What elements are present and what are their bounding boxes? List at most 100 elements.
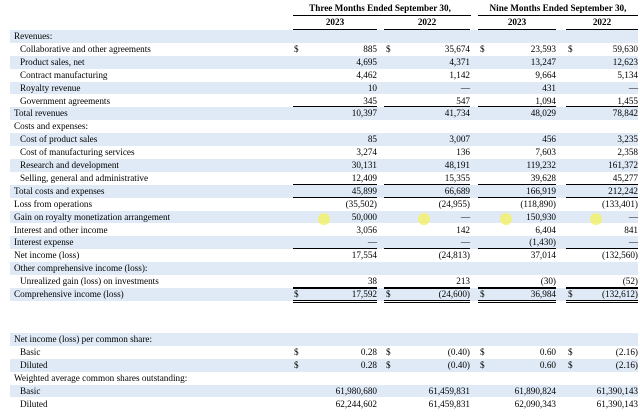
cell-value: (133,401) [602,198,638,209]
cell-value: 4,695 [356,56,377,67]
dollar-sign: $ [568,43,573,54]
cell-value: 50,000 [351,211,377,222]
row-label: Weighted average common shares outstandi… [14,372,188,383]
cell-value: 61,459,831 [428,385,470,396]
table-row: Loss from operations (35,502) (24,955) (118… [10,198,638,211]
cell-value: 0.28 [360,346,377,357]
dollar-sign: $ [480,346,485,357]
row-label: Collaborative and other agreements [20,43,151,54]
table-row: Costs and expenses: [10,120,638,133]
header-year: 2023 [325,17,345,27]
cell-value: 78,842 [612,108,638,119]
dollar-sign: $ [386,359,391,370]
total-top-rule [566,288,638,289]
table-row: Basic 61,980,680 61,459,831 61,890,824 61,39… [10,384,638,398]
row-label: Basic [20,385,41,396]
table-row: Total revenues 10,397 41,734 48,029 78,842 [10,107,638,121]
cell-value: 41,734 [444,108,470,119]
cell-value: 12,623 [612,56,638,67]
cell-value: 10 [367,82,377,93]
cell-value: 431 [542,82,556,93]
row-label: Revenues: [14,31,53,41]
header-nine-months: Nine Months Ended September 30, [489,3,627,13]
cell-value: 9,664 [535,69,556,80]
row-label: Selling, general and administrative [20,172,149,183]
cell-value: 885 [363,43,377,54]
cell-value: 62,090,343 [514,398,556,409]
table-row: Diluted 62,244,602 61,459,831 62,090,343 61,… [10,398,638,411]
cell-value: 17,554 [351,250,377,261]
row-label: Other comprehensive income (loss): [14,263,148,274]
cell-value: 0.60 [539,346,556,357]
cell-value: (0.40) [447,346,470,357]
row-label: Contract manufacturing [20,69,108,80]
row-label: Total revenues [14,108,68,119]
row-label: Comprehensive income (loss) [14,289,124,299]
header-rule-nine-months [478,15,638,16]
total-top-rule [384,288,470,289]
cell-value: 119,232 [526,160,556,170]
cell-value: 61,890,824 [514,385,556,396]
cell-value: 841 [624,224,638,235]
table-row: Diluted $0.28 $ (0.40) $0.60 $ (2.16) [10,358,638,372]
total-double-rule [566,299,638,303]
row-label: Loss from operations [14,198,93,209]
table-row: Net income (loss) per common share: [10,333,638,346]
cell-value: — [628,211,638,222]
row-label: Unrealized gain (loss) on investments [20,276,159,287]
cell-value: 150,930 [526,211,556,222]
cell-value: (118,890) [520,198,556,209]
table-row: Research and development 30,131 48,191 119,… [10,159,638,172]
dollar-sign: $ [386,346,391,357]
cell-value: — [628,82,638,93]
cell-value: (0.40) [447,359,470,370]
row-label: Product sales, net [20,56,85,67]
cell-value: (2.16) [615,346,638,357]
row-label: Royalty revenue [20,82,81,93]
cell-value: 161,372 [608,160,638,170]
cell-value: 1,142 [449,69,470,80]
cell-value: (24,813) [438,250,470,261]
dollar-sign: $ [386,43,391,54]
table-row: Revenues: [10,30,638,43]
cell-value: 3,235 [617,134,638,145]
cell-value: 30,131 [351,160,377,170]
row-label: Research and development [20,160,119,170]
header-three-months: Three Months Ended September 30, [309,3,451,13]
row-label: Net income (loss) [14,250,80,261]
cell-value: (2.16) [615,359,638,370]
dollar-sign: $ [294,346,299,357]
cell-value: — [460,82,470,93]
table-row: Weighted average common shares outstandi… [10,372,638,385]
total-double-rule [293,299,377,303]
cell-value: (35,502) [345,198,377,209]
row-label: Diluted [20,398,48,409]
cell-value: 3,274 [356,147,377,158]
cell-value: 5,134 [617,69,638,80]
header-year: 2023 [507,17,527,27]
cell-value: 61,980,680 [335,385,377,396]
cell-value: 456 [542,134,556,145]
row-label: Cost of product sales [20,134,98,145]
header-year: 2022 [592,17,612,27]
dollar-sign: $ [294,43,299,54]
row-label: Government agreements [20,95,111,106]
table-row: Other comprehensive income (loss): [10,262,638,276]
cell-value: 0.60 [539,359,556,370]
cell-value: 2,358 [617,147,638,158]
cell-value: 4,371 [449,56,470,67]
row-label: Net income (loss) per common share: [14,334,153,344]
total-top-rule [293,288,377,289]
cell-value: 61,390,143 [596,398,638,409]
cell-value: 10,397 [351,108,377,119]
dollar-sign: $ [568,346,573,357]
cell-value: 35,674 [444,43,470,54]
cell-value: (132,560) [602,250,638,261]
cell-value: — [460,211,470,222]
table-row: Net income (loss) 17,554 (24,813) 37,014 (13… [10,249,638,262]
table-row: Royalty revenue 10 — 431 — [10,81,638,95]
dollar-sign: $ [480,359,485,370]
row-label: Costs and expenses: [14,121,89,132]
cell-value: 3,007 [449,134,470,145]
total-top-rule [478,288,556,289]
